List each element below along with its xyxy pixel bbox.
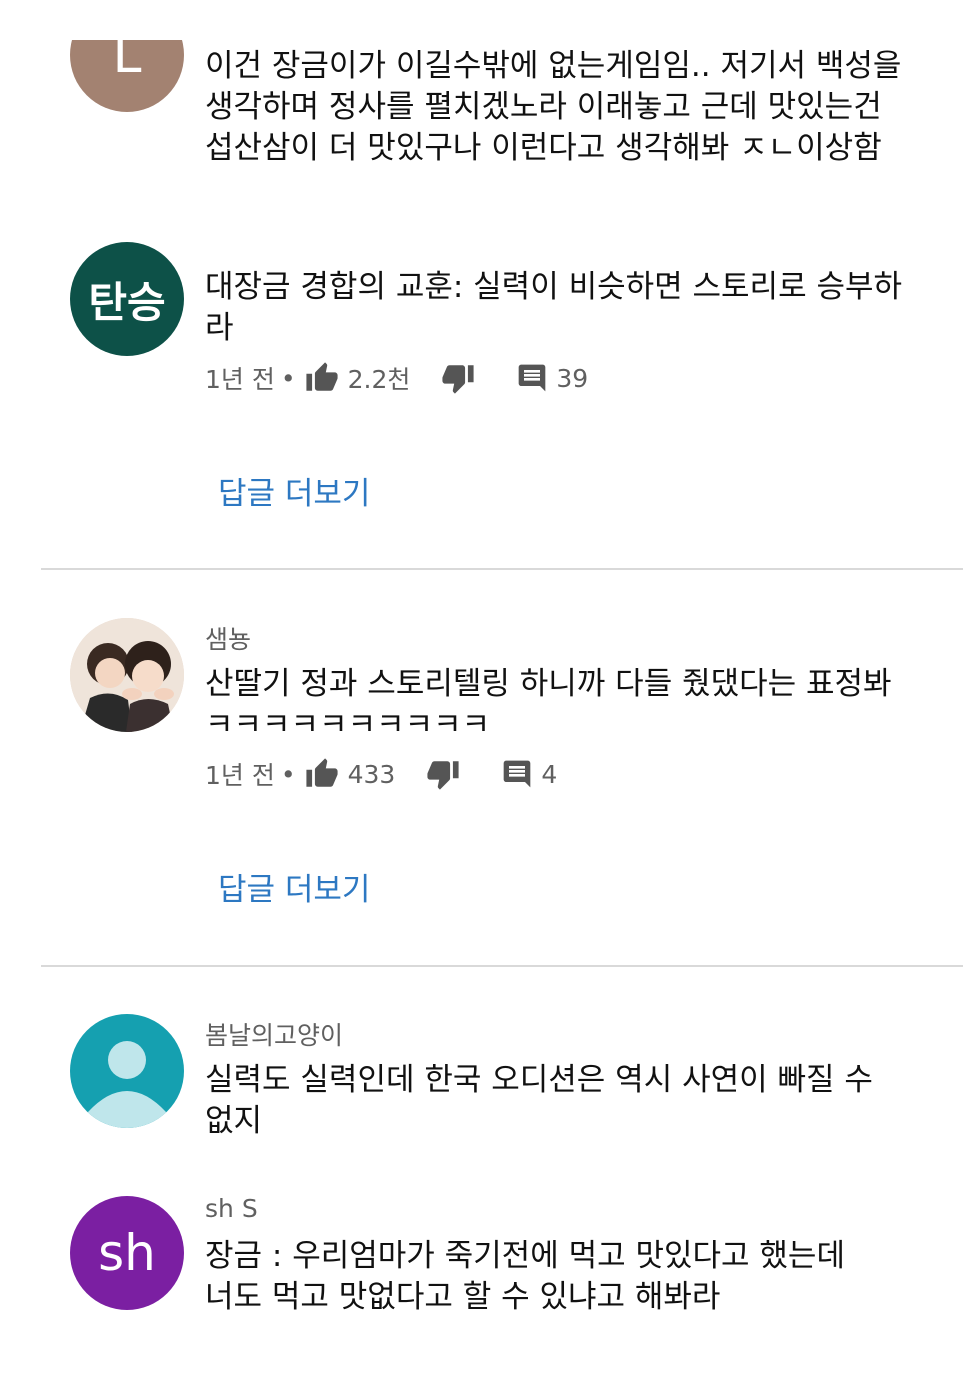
avatar-letter: sh xyxy=(98,1224,156,1282)
author-name[interactable]: sh S xyxy=(205,1194,258,1223)
comment-text: 대장금 경합의 교훈: 실력이 비슷하면 스토리로 승부하 라 xyxy=(205,267,925,349)
comment-line: 실력도 실력인데 한국 오디션은 역시 사연이 빠질 수 xyxy=(205,1062,873,1098)
default-person-icon xyxy=(88,1041,166,1128)
avatar[interactable] xyxy=(70,1014,184,1128)
like-count: 433 xyxy=(347,759,396,789)
divider xyxy=(41,568,963,570)
divider xyxy=(41,965,963,967)
avatar[interactable]: 탄승 xyxy=(70,242,184,356)
reply-count: 4 xyxy=(541,759,558,789)
avatar-letter: L xyxy=(112,40,142,85)
thumbs-up-icon xyxy=(306,758,338,787)
comment-line: ㅋㅋㅋㅋㅋㅋㅋㅋㅋㅋ xyxy=(205,707,491,743)
comment-line: 섭산삼이 더 맛있구나 이런다고 생각해봐 ㅈㄴ이상함 xyxy=(205,130,882,166)
more-replies-link[interactable]: 답글 더보기 xyxy=(218,468,370,513)
comment-line: 대장금 경합의 교훈: 실력이 비슷하면 스토리로 승부하 xyxy=(205,269,903,305)
separator-dot: • xyxy=(280,759,296,789)
avatar[interactable]: sh xyxy=(70,1196,184,1310)
thumbs-down-icon xyxy=(442,365,474,394)
like-button[interactable]: 2.2천 xyxy=(304,360,411,396)
comment-icon xyxy=(503,760,531,788)
author-name[interactable]: 샘뇽 xyxy=(205,620,251,656)
avatar[interactable] xyxy=(70,618,184,732)
thumbs-down-icon xyxy=(427,761,459,790)
reply-count: 39 xyxy=(556,363,589,393)
more-replies-link[interactable]: 답글 더보기 xyxy=(218,864,370,909)
comment-line: 이건 장금이가 이길수밖에 없는게임임.. 저기서 백성을 xyxy=(205,48,902,84)
comment-text: 이건 장금이가 이길수밖에 없는게임임.. 저기서 백성을 생각하며 정사를 펼… xyxy=(205,46,925,169)
comment-line: 생각하며 정사를 펼치겠노라 이래놓고 근데 맛있는건 xyxy=(205,89,882,125)
comment-card-5: sh sh S 장금 : 우리엄마가 죽기전에 먹고 맛있다고 했는데 너도 먹… xyxy=(0,1190,978,1338)
thumbs-up-icon xyxy=(306,362,338,391)
comment-text: 장금 : 우리엄마가 죽기전에 먹고 맛있다고 했는데 너도 먹고 맛없다고 할… xyxy=(205,1236,925,1318)
separator-dot: • xyxy=(280,363,296,393)
like-button[interactable]: 433 xyxy=(304,757,396,791)
comment-line: 없지 xyxy=(205,1103,263,1139)
comment-line: 산딸기 정과 스토리텔링 하니까 다들 줬댔다는 표정봐 xyxy=(205,666,892,702)
comment-card-2: 탄승 대장금 경합의 교훈: 실력이 비슷하면 스토리로 승부하 라 1년 전 … xyxy=(0,242,978,412)
dislike-button[interactable] xyxy=(425,757,461,791)
comment-line: 라 xyxy=(205,310,234,346)
dislike-button[interactable] xyxy=(440,361,476,395)
comment-line: 너도 먹고 맛없다고 할 수 있냐고 해봐라 xyxy=(205,1279,721,1315)
timestamp: 1년 전 xyxy=(205,761,275,790)
comment-card-1: L 이건 장금이가 이길수밖에 없는게임임.. 저기서 백성을 생각하며 정사를… xyxy=(0,40,978,190)
timestamp: 1년 전 xyxy=(205,365,275,394)
comment-icon xyxy=(519,364,546,392)
comment-text: 실력도 실력인데 한국 오디션은 역시 사연이 빠질 수 없지 xyxy=(205,1060,925,1142)
like-count: 2.2천 xyxy=(347,365,411,394)
reply-button[interactable]: 4 xyxy=(501,758,557,790)
comment-line: 장금 : 우리엄마가 죽기전에 먹고 맛있다고 했는데 xyxy=(205,1238,845,1274)
comment-meta: 1년 전 • 2.2천 39 xyxy=(205,358,588,398)
avatar-letter: 탄승 xyxy=(88,277,166,327)
reply-button[interactable]: 39 xyxy=(516,362,588,394)
avatar[interactable]: L xyxy=(70,40,184,112)
comment-meta: 1년 전 • 433 4 xyxy=(205,754,557,794)
author-name[interactable]: 봄날의고양이 xyxy=(205,1016,343,1052)
avatar-photo xyxy=(70,618,184,732)
comment-text: 산딸기 정과 스토리텔링 하니까 다들 줬댔다는 표정봐 ㅋㅋㅋㅋㅋㅋㅋㅋㅋㅋ xyxy=(205,664,925,746)
